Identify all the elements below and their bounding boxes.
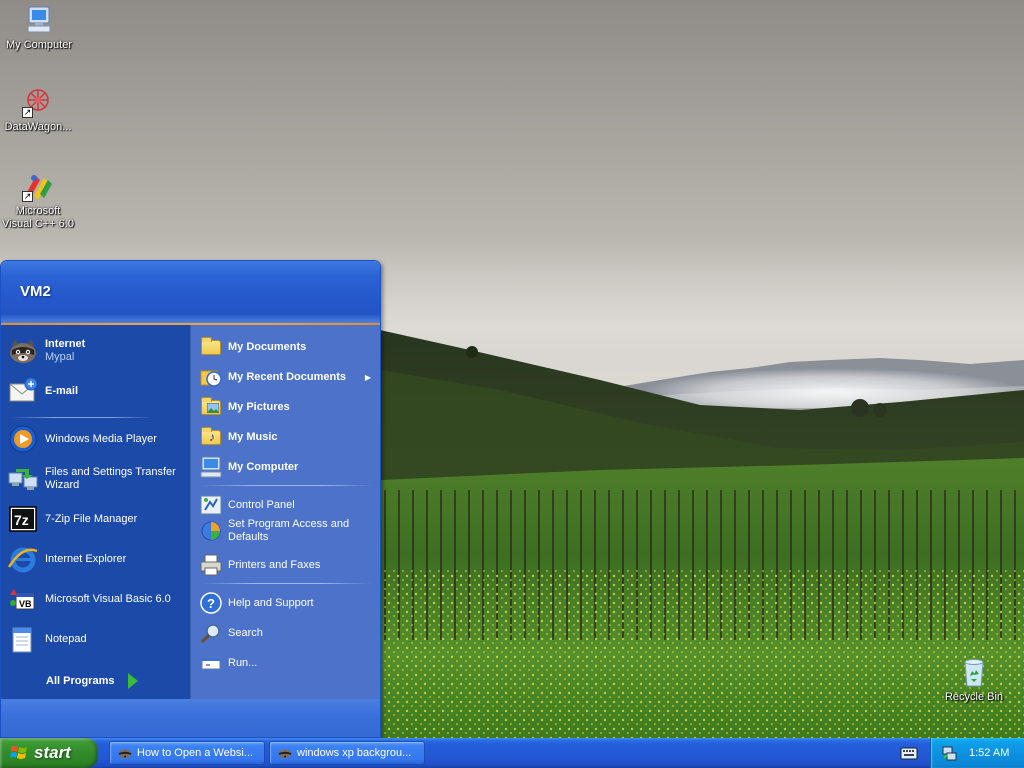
windows-flag-icon [10, 746, 27, 759]
folder-icon [199, 335, 223, 359]
place-label: My Computer [228, 460, 299, 473]
start-menu-left-column: Internet Mypal E-mail Windows Media Play… [1, 325, 190, 726]
recent-item-label: Windows Media Player [45, 432, 157, 445]
recent-item-media-player[interactable]: Windows Media Player [7, 423, 187, 455]
place-my-documents[interactable]: My Documents [199, 335, 377, 359]
svg-text:VB: VB [19, 599, 32, 609]
media-player-icon [7, 423, 39, 455]
pinned-item-label: E-mail [45, 384, 79, 397]
recent-documents-icon [199, 365, 223, 389]
place-my-computer[interactable]: My Computer [199, 455, 377, 479]
shortcut-arrow-icon: ↗ [22, 191, 33, 202]
recent-item-notepad[interactable]: Notepad [7, 623, 187, 655]
recent-item-label: Notepad [45, 632, 87, 645]
place-label: My Music [228, 430, 278, 443]
my-computer-icon [23, 4, 55, 36]
help-label: Help and Support [228, 596, 314, 609]
internet-explorer-icon [7, 543, 39, 575]
help-and-support[interactable]: ? Help and Support [199, 591, 377, 615]
start-menu-right-column: My Documents My Recent Documents ▶ My Pi… [190, 325, 380, 699]
pinned-item-internet[interactable]: Internet Mypal [7, 335, 187, 367]
recent-item-label: Internet Explorer [45, 552, 127, 565]
run[interactable]: Run... [199, 651, 377, 675]
start-menu: VM2 Internet Mypal E-mail Windows Media … [0, 260, 381, 738]
search[interactable]: Search [199, 621, 377, 645]
mypal-raccoon-icon [7, 335, 39, 367]
place-label: My Pictures [228, 400, 290, 413]
control-panel-icon [199, 493, 223, 517]
transfer-wizard-icon [7, 463, 39, 495]
desktop-icon-datawagon[interactable]: ↗ DataWagon... [0, 86, 76, 134]
system-tray: 1:52 AM [930, 738, 1024, 768]
recent-item-label: Files and Settings Transfer Wizard [45, 466, 176, 491]
mypal-raccoon-icon [278, 749, 292, 759]
run-icon [199, 651, 223, 675]
setting-program-access[interactable]: Set Program Access and Defaults [199, 518, 377, 544]
taskbar: start How to Open a Websi... windows xp … [0, 738, 1024, 768]
all-programs-button[interactable]: All Programs [46, 671, 156, 691]
visual-cpp-icon: ↗ [22, 170, 54, 202]
svg-text:?: ? [207, 596, 215, 611]
setting-label: Control Panel [228, 498, 295, 511]
pinned-item-label: Internet [45, 338, 86, 350]
pinned-item-sublabel: Mypal [45, 351, 75, 363]
setting-label: Set Program Access and Defaults [228, 518, 350, 543]
printer-icon [199, 553, 223, 577]
start-menu-header: VM2 [1, 261, 380, 325]
clock[interactable]: 1:52 AM [969, 747, 1009, 759]
taskbar-window-button[interactable]: How to Open a Websi... [109, 741, 265, 765]
pinned-separator [11, 417, 153, 418]
place-label: My Recent Documents [228, 370, 346, 383]
start-label: start [34, 743, 71, 762]
place-my-music[interactable]: ♪ My Music [199, 425, 377, 449]
settings-separator [201, 583, 373, 584]
start-menu-footer [1, 699, 380, 737]
folder-icon [199, 395, 223, 419]
places-separator [201, 485, 373, 486]
7zip-icon: 7z [7, 503, 39, 535]
setting-label: Printers and Faxes [228, 558, 321, 571]
green-arrow-icon [128, 673, 139, 689]
desktop-icon-recycle-bin[interactable]: Recycle Bin [936, 656, 1012, 704]
help-label: Search [228, 626, 263, 639]
help-label: Run... [228, 656, 258, 669]
place-label: My Documents [228, 340, 307, 353]
all-programs-label: All Programs [46, 675, 115, 687]
svg-text:7z: 7z [14, 512, 29, 528]
recent-item-7zip[interactable]: 7z 7-Zip File Manager [7, 503, 187, 535]
setting-printers-faxes[interactable]: Printers and Faxes [199, 553, 377, 577]
recycle-bin-icon [958, 656, 990, 688]
notepad-icon [7, 623, 39, 655]
recent-item-label: 7-Zip File Manager [45, 512, 138, 525]
help-icon: ? [199, 591, 223, 615]
recent-item-visual-basic[interactable]: VB Microsoft Visual Basic 6.0 [7, 583, 187, 615]
recent-item-transfer-wizard[interactable]: Files and Settings Transfer Wizard [7, 463, 187, 495]
place-my-pictures[interactable]: My Pictures [199, 395, 377, 419]
mypal-raccoon-icon [118, 749, 132, 759]
task-label: How to Open a Websi... [137, 747, 253, 759]
visual-basic-icon: VB [7, 583, 39, 615]
recent-item-internet-explorer[interactable]: Internet Explorer [7, 543, 187, 575]
search-icon [199, 621, 223, 645]
network-icon[interactable] [941, 745, 957, 761]
desktop-icon-my-computer[interactable]: My Computer [1, 4, 77, 52]
user-name: VM2 [20, 283, 51, 300]
start-button[interactable]: start [0, 738, 98, 768]
keyboard-icon[interactable] [900, 745, 918, 761]
recent-item-label: Microsoft Visual Basic 6.0 [45, 592, 171, 605]
email-icon [7, 375, 39, 407]
pinned-item-email[interactable]: E-mail [7, 375, 187, 407]
setting-control-panel[interactable]: Control Panel [199, 493, 377, 517]
folder-icon: ♪ [199, 425, 223, 449]
shortcut-arrow-icon: ↗ [22, 107, 33, 118]
my-computer-icon [199, 455, 223, 479]
program-access-icon [199, 519, 223, 543]
submenu-arrow-icon: ▶ [364, 372, 371, 382]
taskbar-window-button[interactable]: windows xp backgrou... [269, 741, 425, 765]
place-my-recent-documents[interactable]: My Recent Documents ▶ [199, 365, 377, 389]
datawagon-icon: ↗ [22, 86, 54, 118]
desktop-icon-visual-cpp[interactable]: ↗ Microsoft Visual C++ 6.0 [0, 170, 76, 231]
task-label: windows xp backgrou... [297, 747, 412, 759]
